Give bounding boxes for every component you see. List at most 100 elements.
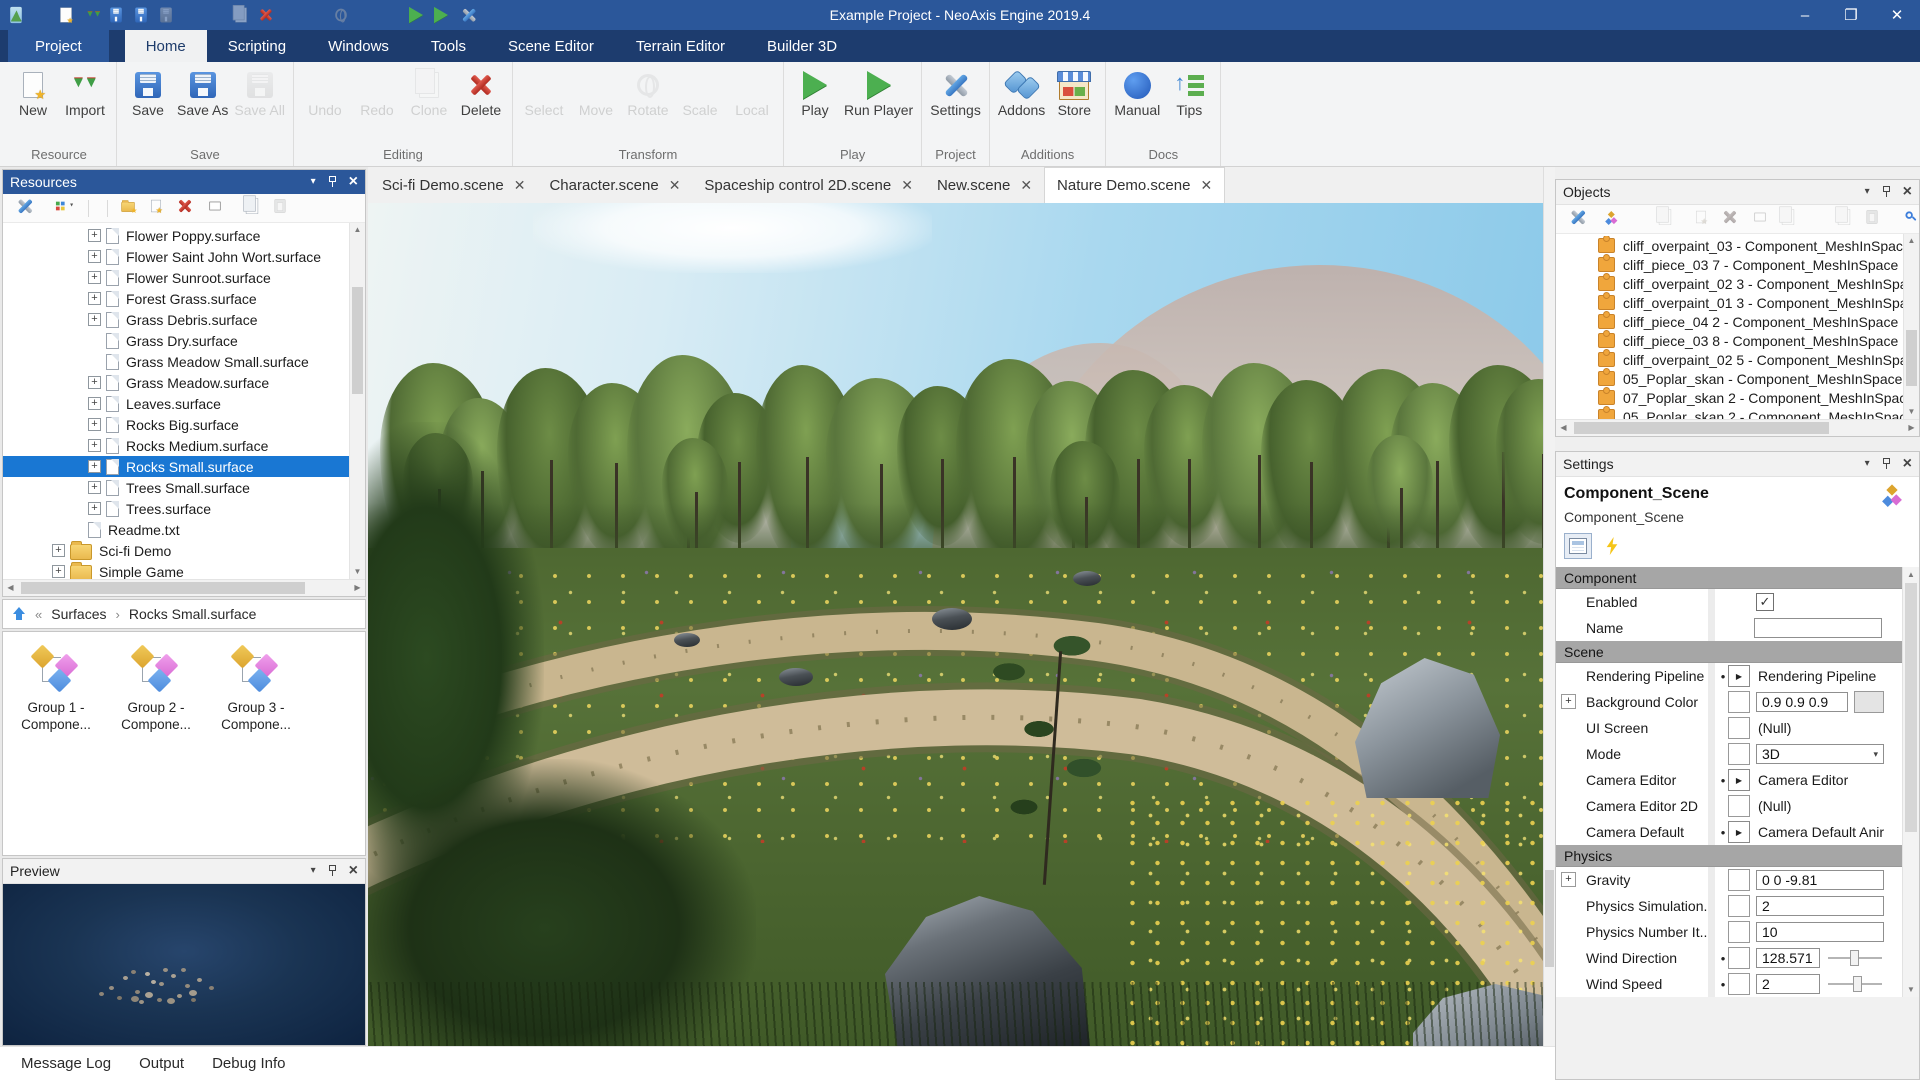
scroll-up-icon[interactable]: ▲ [1904, 234, 1919, 248]
color-swatch[interactable] [1854, 691, 1884, 713]
scrollbar-thumb[interactable] [1545, 870, 1554, 967]
tab-tools[interactable]: Tools [410, 30, 487, 62]
preview-3d-view[interactable] [3, 884, 365, 1045]
tab-builder-3d[interactable]: Builder 3D [746, 30, 858, 62]
document-tab-nature-demo-scene[interactable]: Nature Demo.scene✕ [1044, 167, 1225, 203]
run-player-button[interactable]: Run Player [841, 65, 916, 119]
more-button[interactable] [481, 4, 501, 26]
settings-panel-header[interactable]: Settings ▾ × [1556, 452, 1919, 477]
dropdown-select[interactable]: 3D▾ [1756, 744, 1884, 764]
expander-icon[interactable]: + [1561, 872, 1576, 887]
reference-box[interactable] [1728, 869, 1750, 891]
color-value-input[interactable] [1756, 692, 1848, 712]
tree-item[interactable]: +Rocks Small.surface [3, 456, 350, 477]
up-level-icon[interactable] [12, 607, 26, 621]
tree-item[interactable]: Readme.txt [3, 519, 350, 540]
scrollbar-thumb[interactable] [1905, 583, 1917, 832]
folder-star-button[interactable] [117, 196, 139, 220]
manual-button[interactable]: Manual [1111, 65, 1163, 119]
tree-vertical-scrollbar[interactable]: ▲ ▼ [349, 223, 365, 579]
maximize-button[interactable]: ❐ [1828, 0, 1874, 30]
tree-expander-icon[interactable]: + [88, 292, 101, 305]
clone-button[interactable] [231, 4, 251, 26]
object-list-item[interactable]: 07_Poplar_skan 2 - Component_MeshInSpace [1556, 388, 1903, 407]
panel-menu-icon[interactable]: ▾ [311, 866, 316, 876]
close-icon[interactable]: × [349, 175, 358, 189]
store-button[interactable]: Store [1048, 65, 1100, 119]
slider[interactable] [1828, 976, 1882, 992]
tab-close-icon[interactable]: ✕ [1200, 177, 1212, 194]
rotate-button[interactable] [331, 4, 351, 26]
tree-expander-icon[interactable]: + [88, 376, 101, 389]
reference-box[interactable] [1728, 717, 1750, 739]
page-star-button[interactable] [148, 196, 164, 221]
refresh-button[interactable] [31, 4, 51, 26]
scroll-down-icon[interactable]: ▼ [350, 565, 365, 579]
scene-viewport[interactable] [368, 203, 1543, 1046]
tools-button[interactable] [1563, 202, 1593, 237]
panel-menu-icon[interactable]: ▾ [311, 177, 316, 187]
tab-home[interactable]: Home [125, 30, 207, 62]
tab-scripting[interactable]: Scripting [207, 30, 307, 62]
scrollbar-thumb[interactable] [1574, 422, 1829, 434]
checkbox[interactable]: ✓ [1756, 593, 1774, 611]
panel-menu-icon[interactable]: ▾ [1865, 459, 1870, 469]
scroll-down-icon[interactable]: ▼ [1904, 405, 1919, 419]
tree-expander-icon[interactable]: + [88, 250, 101, 263]
preview-panel-header[interactable]: Preview ▾ × [3, 859, 365, 884]
minimize-button[interactable]: – [1782, 0, 1828, 30]
close-icon[interactable]: × [1903, 457, 1912, 471]
group-item-1[interactable]: Group 1 -Compone... [9, 645, 103, 734]
new-button[interactable] [56, 4, 76, 26]
document-tab-new-scene[interactable]: New.scene✕ [925, 167, 1044, 203]
tab-scene-editor[interactable]: Scene Editor [487, 30, 615, 62]
slider[interactable] [1828, 950, 1882, 966]
undo-button[interactable] [181, 4, 201, 26]
save-all-button[interactable] [156, 4, 176, 26]
object-list-item[interactable]: cliff_piece_03 7 - Component_MeshInSpace [1556, 255, 1903, 274]
tree-item[interactable]: +Forest Grass.surface [3, 288, 350, 309]
text-input[interactable] [1754, 618, 1882, 638]
number-input[interactable] [1756, 948, 1820, 968]
objects-vertical-scrollbar[interactable]: ▲ ▼ [1903, 234, 1919, 419]
tree-expander-icon[interactable]: + [88, 229, 101, 242]
pin-icon[interactable] [1882, 458, 1891, 470]
tree-expander-icon[interactable]: + [52, 565, 65, 578]
number-input[interactable] [1756, 896, 1884, 916]
tab-close-icon[interactable]: ✕ [514, 177, 526, 194]
scroll-right-icon[interactable]: ▶ [1904, 420, 1919, 436]
tree-expander-icon[interactable]: + [88, 271, 101, 284]
objects-horizontal-scrollbar[interactable]: ◀ ▶ [1556, 419, 1919, 436]
tab-close-icon[interactable]: ✕ [1020, 177, 1032, 194]
app-logo-button[interactable] [6, 4, 26, 26]
tree-item[interactable]: +Flower Saint John Wort.surface [3, 246, 350, 267]
document-tab-spaceship-control-2d-scene[interactable]: Spaceship control 2D.scene✕ [692, 167, 925, 203]
number-input[interactable] [1756, 974, 1820, 994]
pin-icon[interactable] [328, 176, 337, 188]
tree-expander-icon[interactable]: + [88, 439, 101, 452]
reference-box[interactable] [1728, 795, 1750, 817]
tree-item[interactable]: +Flower Poppy.surface [3, 225, 350, 246]
object-list-item[interactable]: cliff_piece_04 2 - Component_MeshInSpace [1556, 312, 1903, 331]
document-tab-character-scene[interactable]: Character.scene✕ [537, 167, 692, 203]
scroll-left-icon[interactable]: ◀ [3, 580, 18, 596]
select-button[interactable] [281, 4, 301, 26]
expander-icon[interactable]: + [1561, 694, 1576, 709]
play-button[interactable]: Play [789, 65, 841, 119]
tree-expander-icon[interactable]: + [52, 544, 65, 557]
reference-box[interactable] [1728, 947, 1750, 969]
tree-item[interactable]: +Grass Debris.surface [3, 309, 350, 330]
tree-item[interactable]: +Simple Game [3, 561, 350, 579]
group-item-2[interactable]: Group 2 -Compone... [109, 645, 203, 734]
number-input[interactable] [1756, 922, 1884, 942]
save-as-button[interactable]: Save As [174, 65, 231, 119]
tree-expander-icon[interactable]: + [88, 502, 101, 515]
redo-button[interactable] [206, 4, 226, 26]
reference-box[interactable] [1728, 743, 1750, 765]
tree-expander-icon[interactable]: + [88, 460, 101, 473]
copy-button[interactable] [242, 193, 262, 224]
save-as-button[interactable] [131, 4, 151, 26]
addons-button[interactable]: Addons [995, 65, 1048, 119]
scroll-down-icon[interactable]: ▼ [1903, 982, 1919, 997]
tree-expander-icon[interactable]: + [88, 418, 101, 431]
